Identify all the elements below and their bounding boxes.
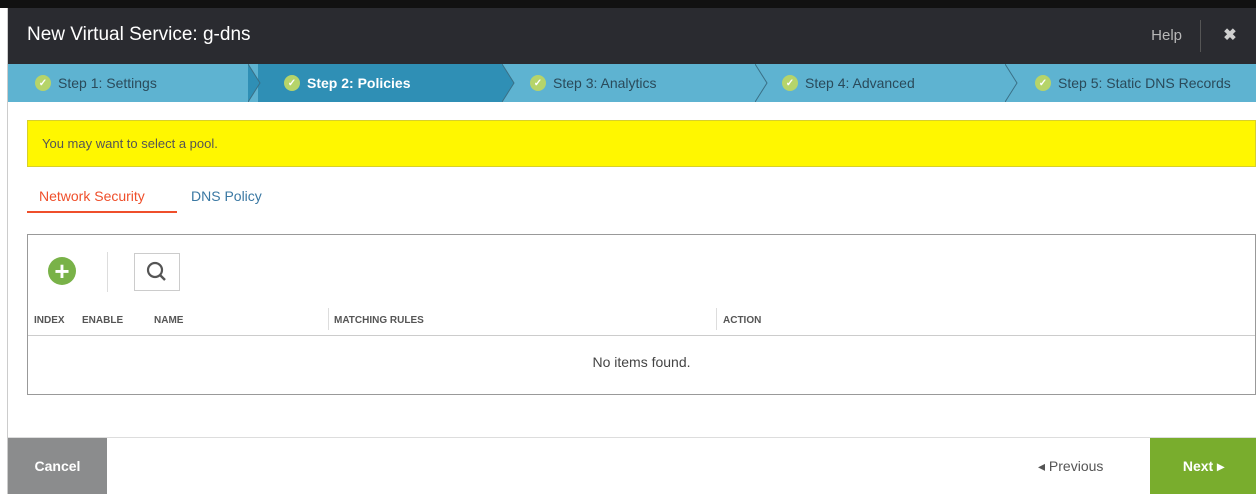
header-divider xyxy=(1200,20,1201,52)
wizard-steps: ✓ Step 1: Settings ✓ Step 2: Policies ✓ … xyxy=(8,64,1256,102)
pool-warning-banner: You may want to select a pool. xyxy=(27,120,1256,167)
step-label: Step 5: Static DNS Records xyxy=(1058,75,1231,91)
column-divider xyxy=(716,308,717,330)
step-label: Step 3: Analytics xyxy=(553,75,657,91)
column-index[interactable]: INDEX xyxy=(34,315,65,326)
checkmark-icon: ✓ xyxy=(284,75,300,91)
grid-header: INDEX ENABLE NAME MATCHING RULES ACTION xyxy=(28,306,1255,336)
step-analytics[interactable]: ✓ Step 3: Analytics xyxy=(530,64,657,102)
search-icon xyxy=(146,261,166,281)
column-action[interactable]: ACTION xyxy=(723,315,761,326)
tab-network-security[interactable]: Network Security xyxy=(39,188,145,204)
toolbar-divider xyxy=(107,252,108,292)
step-label: Step 1: Settings xyxy=(58,75,157,91)
background-app-strip xyxy=(0,0,1256,8)
step-label: Step 4: Advanced xyxy=(805,75,915,91)
next-button[interactable]: Next ▸ xyxy=(1150,438,1256,494)
modal-title: New Virtual Service: g-dns xyxy=(27,24,251,45)
column-name[interactable]: NAME xyxy=(154,315,183,326)
step-policies[interactable]: ✓ Step 2: Policies xyxy=(284,64,410,102)
help-button[interactable]: Help xyxy=(1151,8,1182,64)
new-virtual-service-modal: New Virtual Service: g-dns Help ✖ ✓ Step… xyxy=(7,8,1256,494)
add-rule-button[interactable]: + xyxy=(48,257,76,285)
step-static-dns-records[interactable]: ✓ Step 5: Static DNS Records xyxy=(1035,64,1231,102)
checkmark-icon: ✓ xyxy=(35,75,51,91)
step-divider-chevron xyxy=(755,64,768,102)
step-divider-chevron xyxy=(1005,64,1018,102)
modal-header: New Virtual Service: g-dns Help ✖ xyxy=(8,8,1256,64)
column-enable[interactable]: ENABLE xyxy=(82,315,123,326)
network-security-grid: + INDEX ENABLE NAME MATCHING RULES ACTIO… xyxy=(27,234,1256,395)
active-tab-underline xyxy=(27,211,177,213)
step-advanced[interactable]: ✓ Step 4: Advanced xyxy=(782,64,915,102)
modal-footer: Cancel ◂ Previous Next ▸ xyxy=(8,437,1256,494)
previous-button[interactable]: ◂ Previous xyxy=(1038,438,1103,494)
cancel-button[interactable]: Cancel xyxy=(8,438,107,494)
checkmark-icon: ✓ xyxy=(530,75,546,91)
column-divider xyxy=(328,308,329,330)
step-divider-chevron xyxy=(248,64,261,102)
step-divider-chevron xyxy=(502,64,515,102)
warning-text: You may want to select a pool. xyxy=(42,136,218,151)
step-label: Step 2: Policies xyxy=(307,75,411,91)
empty-state-text: No items found. xyxy=(592,354,691,370)
checkmark-icon: ✓ xyxy=(1035,75,1051,91)
close-icon[interactable]: ✖ xyxy=(1215,8,1245,64)
checkmark-icon: ✓ xyxy=(782,75,798,91)
column-matching-rules[interactable]: MATCHING RULES xyxy=(334,315,424,326)
search-button[interactable] xyxy=(134,253,180,291)
step-settings[interactable]: ✓ Step 1: Settings xyxy=(35,64,157,102)
tab-dns-policy[interactable]: DNS Policy xyxy=(191,188,262,204)
